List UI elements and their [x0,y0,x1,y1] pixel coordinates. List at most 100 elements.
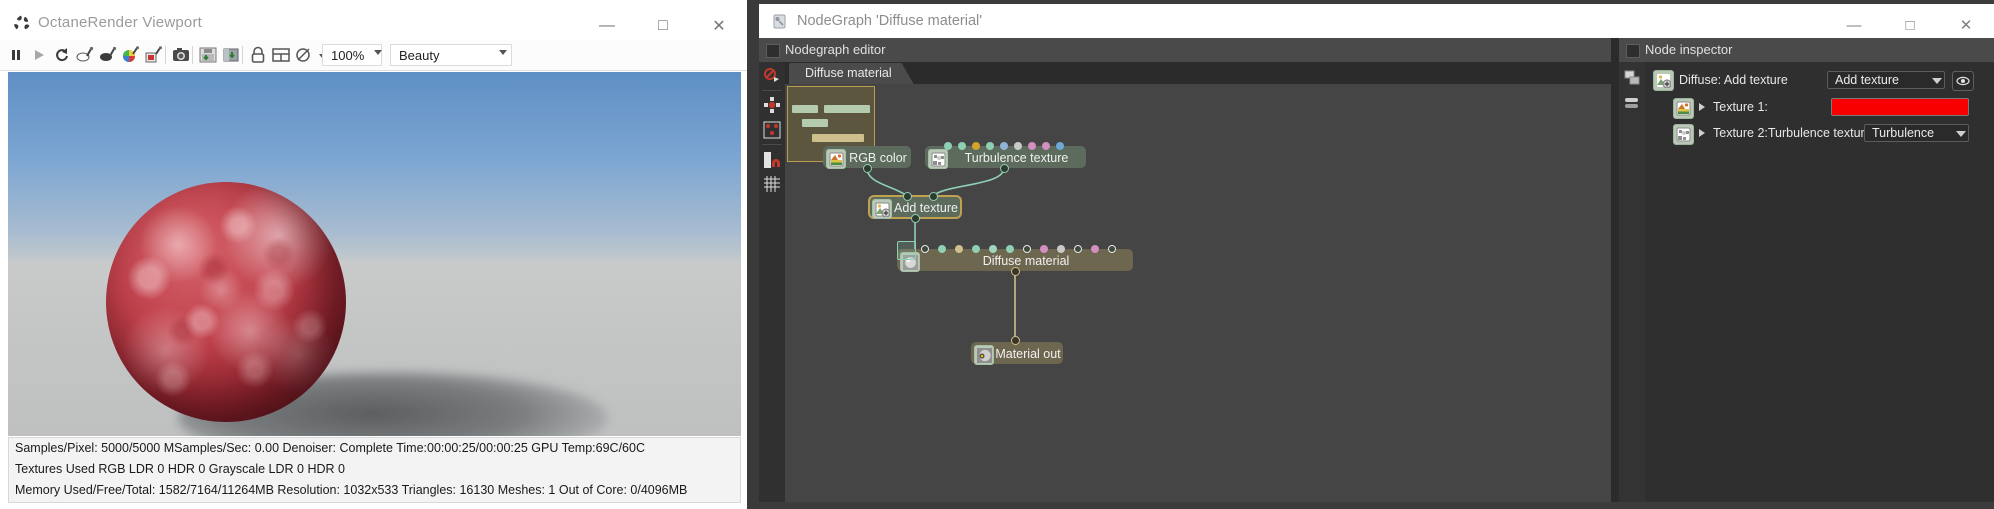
rail-unlink-icon[interactable] [762,66,782,86]
nodegraph-window: NodeGraph 'Diffuse material' — □ ✕ Nodeg… [759,0,1994,509]
nodegraph-canvas[interactable]: RGB color Turbulence texture Add texture Di… [785,84,1611,502]
nodegraph-editor-header: Nodegraph editor [759,38,1611,62]
add-texture-icon [1653,70,1674,91]
rail-expand-nodes-icon[interactable] [762,95,782,115]
node-inspector-panel: Node inspector Diffuse: Add texture Add [1619,38,1994,502]
save-render-state-icon[interactable] [219,43,243,67]
app-root: OctaneRender Viewport — □ ✕ 100% Beauty … [0,0,1994,509]
turbulence-input-pin-5[interactable] [1014,142,1022,150]
rgb-color-output-port[interactable] [863,164,872,173]
diffuse-input-pin-0[interactable] [921,245,929,253]
node-material-out[interactable]: Material out [971,342,1063,365]
region-render-icon[interactable] [269,43,293,67]
add-texture-output-port[interactable] [911,214,920,223]
diffuse-input-pin-6[interactable] [1023,245,1031,253]
node-inspector-label: Node inspector [1645,42,1733,57]
nodegraph-minimize-button[interactable]: — [1826,8,1882,42]
turbulence-input-pin-3[interactable] [986,142,994,150]
nodegraph-editor-body: Diffuse material RGB color Turbulence tex… [759,62,1611,502]
render-viewport-canvas[interactable] [8,72,741,436]
octane-viewport-window: OctaneRender Viewport — □ ✕ 100% Beauty … [0,0,747,509]
nodegraph-titlebar: NodeGraph 'Diffuse material' — □ ✕ [759,4,1994,38]
restart-render-button[interactable] [50,43,74,67]
diffuse-input-pin-7[interactable] [1040,245,1048,253]
play-button[interactable] [27,43,51,67]
nodegraph-tabstrip: Diffuse material [785,62,1611,84]
nodegraph-maximize-button[interactable]: □ [1882,8,1938,42]
viewport-minimize-button[interactable]: — [579,8,635,44]
pick-material-icon[interactable] [96,43,120,67]
texture-type-arrow-icon[interactable] [1956,131,1966,137]
render-camera-icon[interactable] [169,43,193,67]
color-swatch[interactable] [1831,98,1969,116]
diffuse-input-pin-3[interactable] [972,245,980,253]
visibility-eye-icon[interactable] [1952,71,1974,91]
turbulence-input-pin-2[interactable] [972,142,980,150]
zoom-level-dropdown-arrow-icon[interactable] [374,50,382,55]
viewport-close-button[interactable]: ✕ [691,8,747,44]
nodegraph-window-controls: — □ ✕ [1826,8,1994,42]
rail-show-grid-icon[interactable] [762,174,782,194]
node-label: Turbulence texture [964,151,1069,165]
texture-type-select[interactable]: Turbulence [1864,124,1969,142]
node-inspector-body: Diffuse: Add texture Add texture Texture… [1645,62,1994,502]
turbulence-input-pin-7[interactable] [1042,142,1050,150]
nodegraph-panel-splitter[interactable] [1611,38,1619,502]
node-label: Add texture [894,201,958,215]
pick-object-icon[interactable] [142,43,166,67]
diffuse-material-selected-input-highlight[interactable] [897,241,916,260]
node-inspector-checkbox[interactable] [1626,44,1640,58]
render-pass-select[interactable]: Beauty [390,44,512,66]
viewport-maximize-button[interactable]: □ [635,8,691,44]
material-out-input-port[interactable] [1011,336,1020,345]
turbulence-input-pin-6[interactable] [1028,142,1036,150]
octane-logo-icon [12,14,30,32]
add-texture-input-port-2[interactable] [929,192,938,201]
nodegraph-editor-checkbox[interactable] [766,44,780,58]
inspector-node-header-row: Diffuse: Add texture Add texture [1645,68,1994,92]
render-pass-dropdown-arrow-icon[interactable] [499,50,507,55]
pause-button[interactable] [4,43,28,67]
diffuse-input-pin-5[interactable] [1006,245,1014,253]
rail-collapse-nodes-icon[interactable] [762,120,782,140]
diffuse-input-pin-8[interactable] [1057,245,1065,253]
lock-resolution-icon[interactable] [246,43,270,67]
turbulence-input-pin-8[interactable] [1056,142,1064,150]
save-image-icon[interactable] [196,43,220,67]
nodegraph-tool-rail [759,62,786,502]
node-label: Diffuse material [982,254,1070,268]
inspector-pin-icon[interactable] [1622,68,1642,88]
turbulence-input-pin-1[interactable] [958,142,966,150]
diffuse-input-pin-11[interactable] [1108,245,1116,253]
nodegraph-close-button[interactable]: ✕ [1938,8,1994,42]
render-sphere-turbulence [106,182,346,422]
turbulence-input-pin-0[interactable] [944,142,952,150]
inspector-node-title: Diffuse: Add texture [1679,73,1788,87]
diffuse-input-pin-4[interactable] [989,245,997,253]
render-status-panel: Samples/Pixel: 5000/5000 MSamples/Sec: 0… [8,437,741,503]
zoom-level-field[interactable]: 100% [322,44,382,66]
turbulence-output-port[interactable] [1000,164,1009,173]
expand-arrow-icon[interactable] [1699,103,1705,111]
render-sphere [106,182,346,422]
viewport-toolbar: 100% Beauty [0,40,747,71]
node-label: Material out [995,347,1061,361]
rail-snap-to-grid-icon[interactable] [762,150,782,170]
diffuse-input-pin-9[interactable] [1074,245,1082,253]
pick-focus-icon[interactable] [73,43,97,67]
inspector-stack-icon[interactable] [1622,93,1642,113]
inspector-node-type-arrow-icon[interactable] [1932,78,1942,84]
diffuse-material-output-port[interactable] [1011,267,1020,276]
turbulence-input-pin-4[interactable] [1000,142,1008,150]
diffuse-input-pin-1[interactable] [938,245,946,253]
status-line-memory: Memory Used/Free/Total: 1582/7164/11264M… [15,483,688,497]
status-line-textures: Textures Used RGB LDR 0 HDR 0 Grayscale … [15,462,345,476]
tab-diffuse-material[interactable]: Diffuse material [789,63,914,84]
viewport-window-controls: — □ ✕ [579,8,747,44]
inspector-node-type-select[interactable]: Add texture [1827,71,1945,89]
diffuse-input-pin-10[interactable] [1091,245,1099,253]
add-texture-input-port-1[interactable] [903,192,912,201]
expand-arrow-icon[interactable] [1699,129,1705,137]
diffuse-input-pin-2[interactable] [955,245,963,253]
pick-color-icon[interactable] [119,43,143,67]
